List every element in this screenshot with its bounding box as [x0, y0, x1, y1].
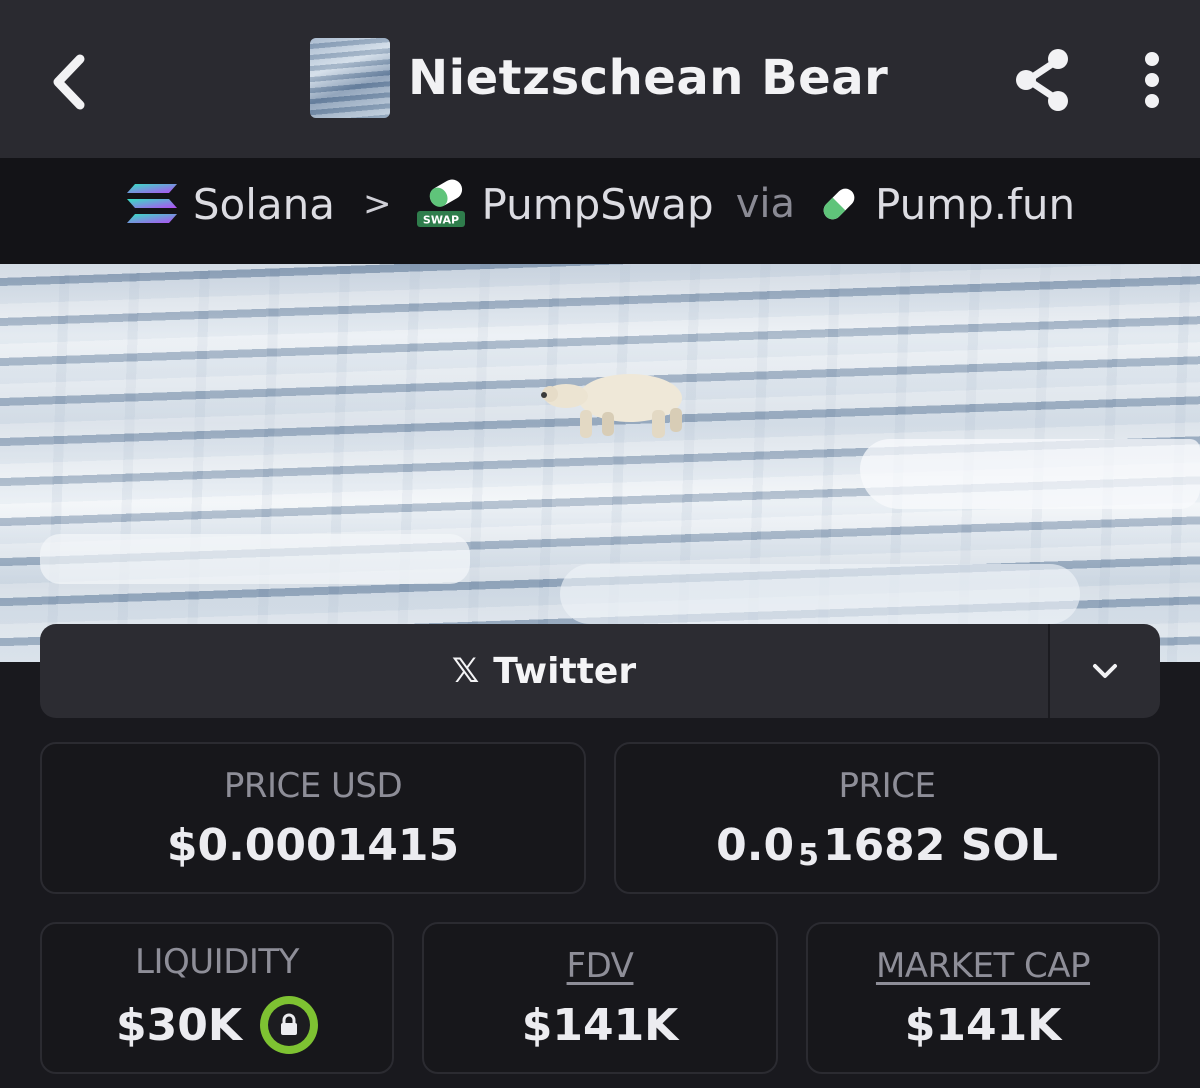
- price-label: PRICE: [838, 765, 936, 806]
- liquidity-lock-badge[interactable]: [259, 996, 318, 1054]
- ice-floe: [860, 439, 1200, 509]
- social-links-bar: 𝕏 Twitter: [40, 624, 1160, 718]
- fdv-card: FDV $141K: [422, 922, 778, 1074]
- price-card: PRICE 0.0 5 1682 SOL: [614, 742, 1160, 894]
- chevron-left-icon: [53, 54, 85, 110]
- price-usd-card: PRICE USD $0.0001415: [40, 742, 586, 894]
- liquidity-label: LIQUIDITY: [135, 942, 299, 982]
- pill-icon: [817, 182, 861, 226]
- ice-floe: [40, 534, 470, 584]
- breadcrumb-via: via: [735, 181, 795, 227]
- share-button[interactable]: [1006, 44, 1078, 116]
- lock-icon: [280, 1013, 297, 1035]
- price-value: 0.0 5 1682 SOL: [716, 819, 1058, 873]
- twitter-label: Twitter: [493, 650, 637, 692]
- more-options-button[interactable]: [1124, 44, 1180, 116]
- fdv-value: $141K: [521, 999, 679, 1051]
- breadcrumb: Solana > SWAP PumpSwap via Pump.fun: [0, 158, 1200, 264]
- market-cap-value: $141K: [904, 999, 1062, 1051]
- price-value-prefix: 0.0: [716, 819, 795, 871]
- liquidity-value-row: $30K: [116, 996, 318, 1054]
- breadcrumb-launchpad[interactable]: Pump.fun: [817, 180, 1075, 229]
- twitter-button[interactable]: 𝕏 Twitter: [40, 624, 1048, 718]
- breadcrumb-launchpad-label: Pump.fun: [874, 179, 1076, 229]
- more-vertical-icon: [1145, 52, 1159, 108]
- lock-badge-inner: [267, 1004, 310, 1046]
- breadcrumb-chain[interactable]: Solana: [125, 180, 335, 229]
- polar-bear-figure: [541, 374, 682, 438]
- token-banner-image: [0, 264, 1200, 662]
- fdv-label-link[interactable]: FDV: [567, 946, 634, 986]
- price-usd-value: $0.0001415: [166, 819, 460, 871]
- back-button[interactable]: [38, 42, 102, 122]
- breadcrumb-dex[interactable]: SWAP PumpSwap: [415, 179, 714, 229]
- liquidity-card: LIQUIDITY $30K: [40, 922, 394, 1074]
- market-cap-card: MARKET CAP $141K: [806, 922, 1160, 1074]
- page-title: Nietzschean Bear: [408, 50, 889, 106]
- share-icon: [1016, 49, 1068, 111]
- breadcrumb-dex-label: PumpSwap: [481, 179, 714, 229]
- price-usd-label: PRICE USD: [223, 765, 403, 806]
- token-thumbnail: [310, 38, 390, 118]
- solana-icon: [125, 182, 179, 226]
- pumpswap-icon: SWAP: [415, 179, 467, 229]
- pumpswap-badge-text: SWAP: [423, 214, 459, 227]
- ice-floe: [560, 564, 1080, 624]
- expand-socials-button[interactable]: [1048, 624, 1160, 718]
- breadcrumb-separator: >: [362, 184, 392, 224]
- top-bar: Nietzschean Bear: [0, 0, 1200, 158]
- breadcrumb-chain-label: Solana: [192, 179, 335, 229]
- token-title: Nietzschean Bear: [310, 38, 888, 118]
- price-value-suffix: 1682 SOL: [822, 819, 1058, 871]
- liquidity-value: $30K: [116, 999, 242, 1051]
- chevron-down-icon: [1093, 664, 1117, 678]
- price-value-zero-count: 5: [798, 837, 819, 873]
- market-cap-label-link[interactable]: MARKET CAP: [876, 946, 1091, 986]
- x-logo-icon: 𝕏: [451, 651, 480, 691]
